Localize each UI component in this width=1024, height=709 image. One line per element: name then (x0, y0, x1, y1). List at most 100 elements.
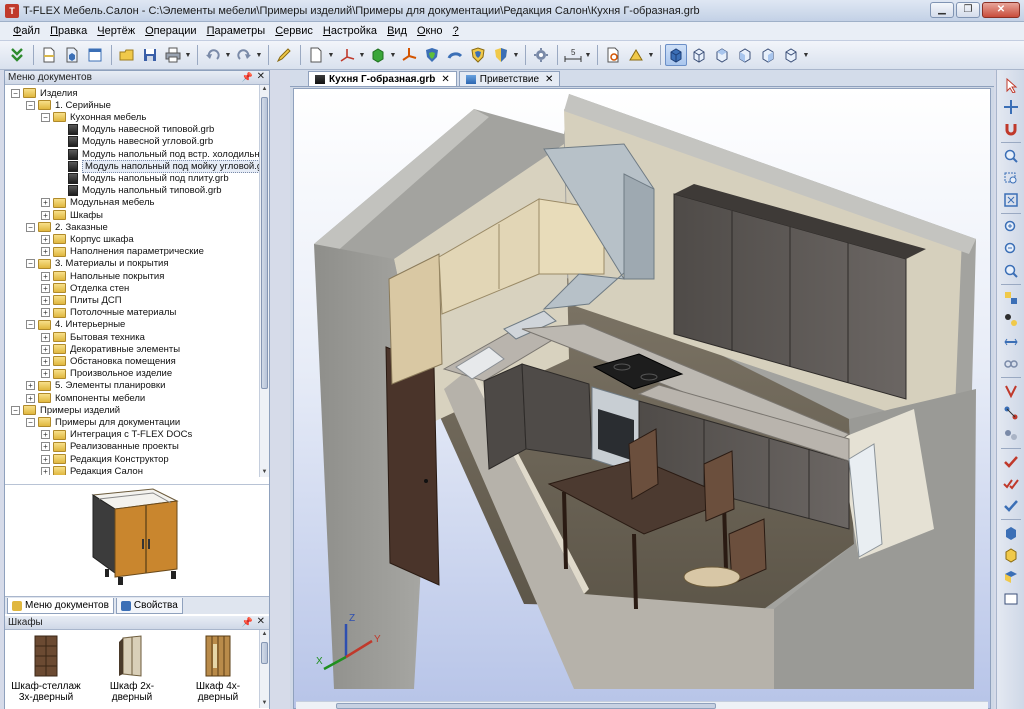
tree-item[interactable]: + Редакция Конструктор (41, 453, 169, 465)
dual-shield-dropdown-arrow[interactable]: ▼ (513, 45, 520, 65)
sheet-dropdown-arrow[interactable]: ▼ (328, 45, 335, 65)
tree-item[interactable]: − 3. Материалы и покрытия (26, 258, 169, 270)
scroll-thumb[interactable] (261, 97, 268, 389)
expand-icon[interactable]: + (41, 454, 50, 464)
tree-item[interactable]: Модуль навесной типовой.grb (56, 124, 214, 136)
tree-item[interactable]: + Наполнения параметрические (41, 246, 204, 258)
view-top-button[interactable] (711, 44, 733, 66)
new-3d-button[interactable] (61, 44, 83, 66)
tree-item[interactable]: − Изделия (11, 87, 77, 99)
collapse-icon[interactable]: − (26, 222, 35, 232)
tree-item[interactable]: + Шкафы (41, 209, 103, 221)
menu-item[interactable]: Параметры (202, 25, 271, 37)
expand-icon[interactable]: + (41, 234, 50, 244)
tree-item[interactable]: + Декоративные элементы (41, 343, 180, 355)
verify-button[interactable] (1000, 495, 1022, 516)
pencil-button[interactable] (273, 44, 295, 66)
tree-item[interactable]: − 1. Серийные (26, 99, 111, 111)
new-document-button[interactable] (38, 44, 60, 66)
view-dropdown-arrow[interactable]: ▼ (803, 45, 810, 65)
group-button[interactable] (1000, 424, 1022, 445)
toolbar-double-chevron-button[interactable] (6, 44, 28, 66)
expand-icon[interactable]: + (26, 381, 35, 391)
tree-item[interactable]: + Потолочные материалы (41, 307, 176, 319)
pan-button[interactable] (1000, 96, 1022, 117)
section-view-button[interactable] (1000, 566, 1022, 587)
model-tree-button[interactable] (1000, 287, 1022, 308)
gear-shield-button[interactable] (530, 44, 552, 66)
scroll-down-arrow-icon[interactable]: ▼ (260, 699, 269, 708)
panel-close-icon[interactable]: ✕ (257, 71, 265, 82)
expand-icon[interactable]: + (41, 271, 50, 281)
expand-icon[interactable]: + (41, 198, 50, 208)
select-button[interactable] (1000, 74, 1022, 95)
measure-button[interactable] (602, 44, 624, 66)
maximize-button[interactable]: ❐ (956, 2, 980, 18)
tree-item[interactable]: − 4. Интерьерные (26, 319, 125, 331)
tree-item[interactable]: − 2. Заказные (26, 221, 108, 233)
redo-button[interactable] (233, 44, 255, 66)
tree-item[interactable]: + Напольные покрытия (41, 270, 164, 282)
link-button[interactable] (1000, 353, 1022, 374)
panel-close-icon[interactable]: ✕ (257, 616, 265, 627)
collapse-icon[interactable]: − (26, 417, 35, 427)
menu-item[interactable]: Окно (412, 25, 448, 37)
tree-item[interactable]: − Кухонная мебель (41, 111, 146, 123)
tree-item[interactable]: +5. Элементы планировки (26, 380, 165, 392)
green-box-dropdown-arrow[interactable]: ▼ (390, 45, 397, 65)
panel-tab[interactable]: Свойства (115, 598, 183, 614)
scroll-up-arrow-icon[interactable]: ▲ (260, 630, 269, 639)
expand-icon[interactable]: + (41, 430, 50, 440)
double-check-button[interactable] (1000, 473, 1022, 494)
tree-item[interactable]: + Отделка стен (41, 282, 129, 294)
tree-item[interactable]: + Редакция Салон (41, 465, 143, 475)
tree-item[interactable]: + Обстановка помещения (41, 355, 176, 367)
sheet-button[interactable] (305, 44, 327, 66)
axes-dropdown-arrow[interactable]: ▼ (359, 45, 366, 65)
viewport-horizontal-scrollbar[interactable] (296, 701, 988, 709)
tab-close-icon[interactable]: ✕ (441, 74, 449, 85)
path-button[interactable] (1000, 402, 1022, 423)
expand-icon[interactable]: + (41, 210, 50, 220)
menu-item[interactable]: Вид (382, 25, 412, 37)
tree-item[interactable]: + Произвольное изделие (41, 368, 172, 380)
collapse-icon[interactable]: − (41, 112, 50, 122)
menu-item[interactable]: Настройка (318, 25, 382, 37)
panel-tab[interactable]: Меню документов (7, 598, 114, 614)
document-tab[interactable]: Кухня Г-образная.grb ✕ (308, 71, 457, 86)
library-item[interactable]: Шкаф-стеллаж 3х-дверный (11, 634, 81, 703)
dimension-button[interactable]: 5 (562, 44, 584, 66)
expand-icon[interactable]: + (41, 442, 50, 452)
zoom-window-button[interactable] (1000, 167, 1022, 188)
coordinate-system-button[interactable] (398, 44, 420, 66)
collapse-icon[interactable]: − (26, 320, 35, 330)
tree-item[interactable]: + Реализованные проекты (41, 441, 179, 453)
tab-close-icon[interactable]: ✕ (545, 74, 553, 85)
library-scrollbar[interactable]: ▲ ▼ (259, 630, 269, 708)
library-item[interactable]: Шкаф 2х-дверный (97, 634, 167, 703)
pin-icon[interactable]: 📌 (242, 72, 253, 83)
shield-button[interactable] (421, 44, 443, 66)
tree-item[interactable]: Модуль напольный под встр. холодильник..… (56, 148, 261, 160)
zoom-previous-button[interactable] (1000, 260, 1022, 281)
view-left-button[interactable] (734, 44, 756, 66)
collapse-icon[interactable]: − (11, 405, 20, 415)
dimension-dropdown-arrow[interactable]: ▼ (585, 45, 592, 65)
tree-item[interactable]: Модуль напольный под плиту.grb (56, 172, 229, 184)
magnet-button[interactable] (1000, 118, 1022, 139)
view-back-button[interactable] (780, 44, 802, 66)
menu-item[interactable]: Правка (45, 25, 92, 37)
hierarchy-button[interactable] (1000, 309, 1022, 330)
expand-icon[interactable]: + (26, 393, 35, 403)
print-button[interactable] (162, 44, 184, 66)
shaded-view-button[interactable] (1000, 544, 1022, 565)
scroll-thumb[interactable] (261, 642, 268, 664)
check-button[interactable] (1000, 451, 1022, 472)
menu-item[interactable]: Сервис (270, 25, 318, 37)
frame-view-button[interactable] (1000, 588, 1022, 609)
tree-item[interactable]: + Интеграция с T-FLEX DOCs (41, 429, 192, 441)
tree-item[interactable]: − Примеры для документации (26, 416, 180, 428)
library-item[interactable]: Шкаф 4х-дверный (183, 634, 253, 703)
collapse-icon[interactable]: − (11, 88, 20, 98)
view-front-button[interactable] (665, 44, 687, 66)
